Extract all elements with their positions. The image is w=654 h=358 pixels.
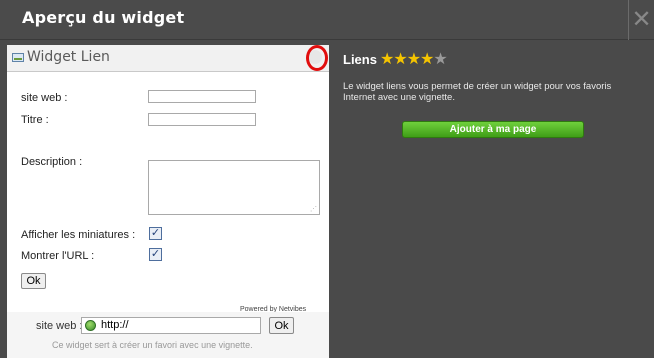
close-icon[interactable]: ✕ bbox=[628, 0, 654, 40]
globe-icon bbox=[85, 320, 96, 331]
footer-site-web-label: site web : bbox=[36, 320, 83, 332]
montrer-url-checkbox[interactable]: ✓ bbox=[149, 248, 162, 261]
widget-settings-form: site web : Titre : Description : ⋰ Affic… bbox=[7, 72, 329, 313]
dialog-title-bar: Aperçu du widget ✕ bbox=[0, 0, 654, 40]
resize-grip-icon[interactable]: ⋰ bbox=[310, 205, 317, 213]
star-empty-icon: ★ bbox=[433, 49, 447, 68]
afficher-miniatures-label: Afficher les miniatures : bbox=[21, 229, 136, 241]
montrer-url-label: Montrer l'URL : bbox=[21, 250, 95, 262]
description-textarea[interactable]: ⋰ bbox=[148, 160, 320, 215]
ok-button[interactable]: Ok bbox=[21, 273, 46, 289]
star-icon: ★ bbox=[380, 49, 394, 68]
widget-info-panel: Liens ★★★★★ Le widget liens vous permet … bbox=[330, 45, 654, 358]
description-label: Description : bbox=[21, 156, 83, 168]
star-icon: ★ bbox=[393, 49, 407, 68]
highlight-circle bbox=[306, 45, 328, 71]
add-to-page-button[interactable]: Ajouter à ma page bbox=[402, 121, 584, 138]
url-input[interactable]: http:// bbox=[81, 317, 261, 334]
star-icon: ★ bbox=[420, 49, 434, 68]
widget-preview-panel: Widget Lien site web : Titre : Descripti… bbox=[7, 45, 329, 358]
widget-footer: site web : http:// Ok Ce widget sert à c… bbox=[7, 312, 329, 358]
widget-preview-dialog: Aperçu du widget ✕ Widget Lien site web … bbox=[0, 0, 654, 358]
widget-title: Widget Lien bbox=[27, 49, 110, 65]
widget-name: Liens bbox=[343, 52, 377, 67]
widget-header: Widget Lien bbox=[7, 45, 329, 72]
footer-ok-button[interactable]: Ok bbox=[269, 317, 294, 334]
widget-icon bbox=[12, 53, 24, 62]
star-icon: ★ bbox=[406, 49, 421, 68]
dialog-title: Aperçu du widget bbox=[22, 8, 185, 27]
footer-note: Ce widget sert à créer un favori avec un… bbox=[52, 340, 253, 350]
site-web-label: site web : bbox=[21, 92, 68, 104]
titre-input[interactable] bbox=[148, 113, 256, 126]
titre-label: Titre : bbox=[21, 114, 49, 126]
site-web-input[interactable] bbox=[148, 90, 256, 103]
url-input-value: http:// bbox=[101, 319, 129, 331]
widget-description: Le widget liens vous permet de créer un … bbox=[343, 81, 612, 103]
afficher-miniatures-checkbox[interactable]: ✓ bbox=[149, 227, 162, 240]
rating-stars: ★★★★★ bbox=[380, 49, 448, 68]
